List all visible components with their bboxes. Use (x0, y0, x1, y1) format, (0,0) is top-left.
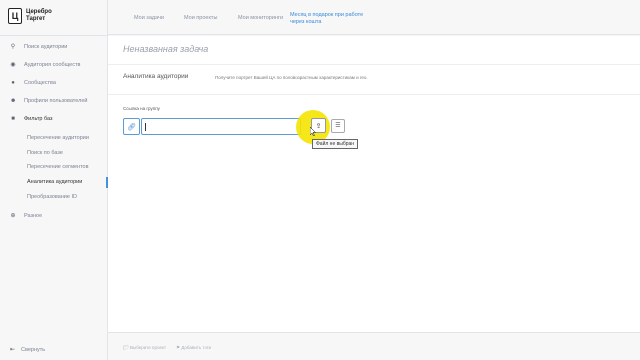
target-icon: ◉ (10, 62, 16, 68)
tab-my-projects[interactable]: Мои проекты (184, 15, 217, 21)
divider (108, 94, 640, 95)
sidebar-item-community-audience[interactable]: ◉ Аудитория сообществ (0, 56, 108, 74)
add-tag-button[interactable]: ⚑ Добавить тэги (176, 345, 211, 351)
tag-icon: ⚑ (176, 345, 181, 350)
sidebar-subitem-label: Преобразование ID (27, 193, 77, 200)
task-title[interactable]: Неназванная задача (123, 44, 208, 54)
logo-line1: Церебро (26, 9, 52, 15)
sidebar-item-base-filter[interactable]: ■ Фильтр баз (0, 110, 108, 128)
sidebar-item-misc[interactable]: ⊕ Разное (0, 207, 108, 225)
sidebar: Ц Церебро Таргет ⚲ Поиск аудитории ◉ Ауд… (0, 0, 108, 360)
sidebar-item-label: Поиск аудитории (24, 44, 68, 50)
link-button[interactable]: 🔗︎ (123, 118, 140, 135)
sidebar-item-audience-search[interactable]: ⚲ Поиск аудитории (0, 38, 108, 56)
main-content: Неназванная задача Аналитика аудитории П… (108, 36, 640, 332)
sidebar-subitem-audience-analytics[interactable]: Аналитика аудитории (0, 175, 108, 190)
add-tag-label: Добавить тэги (181, 345, 211, 350)
sidebar-item-user-profiles[interactable]: ☻ Профили пользователей (0, 92, 108, 110)
logo-line2: Таргет (26, 16, 46, 22)
logo-divider (0, 35, 108, 36)
logo-mark: Ц (8, 8, 22, 24)
sidebar-item-label: Фильтр баз (24, 116, 53, 122)
sidebar-subitem-segment-intersection[interactable]: Пересечение сегментов (0, 160, 108, 175)
upload-icon: ⇪ (315, 122, 322, 130)
sidebar-subitem-base-search[interactable]: Поиск по базе (0, 146, 108, 161)
sidebar-subitem-label: Поиск по базе (27, 149, 63, 156)
chat-icon: ● (11, 80, 15, 86)
select-project-button[interactable]: 📁︎ Выберите проект (123, 345, 166, 351)
search-icon: ⚲ (10, 44, 16, 50)
folder-icon: 📁︎ (123, 345, 129, 350)
sidebar-item-label: Разное (24, 212, 43, 219)
group-link-input[interactable] (141, 118, 301, 135)
group-link-row: 🔗︎ (123, 118, 301, 135)
link-icon: 🔗︎ (127, 123, 136, 131)
sidebar-item-communities[interactable]: ● Сообщества (0, 74, 108, 92)
section-description: Получите портрет Вашей ЦА по половозраст… (215, 75, 368, 80)
sidebar-item-label: Профили пользователей (24, 98, 88, 104)
sidebar-subitem-label: Аналитика аудитории (27, 179, 83, 186)
users-icon: ☻ (10, 98, 17, 104)
collapse-label: Свернуть (21, 346, 46, 353)
mouse-cursor-icon (310, 127, 316, 136)
sidebar-subitem-label: Пересечение сегментов (27, 164, 89, 171)
sidebar-subitem-label: Пересечение аудитории (27, 135, 89, 142)
tab-my-tasks[interactable]: Мои задачи (134, 15, 164, 21)
sidebar-item-label: Аудитория сообществ (24, 62, 81, 68)
sidebar-item-label: Сообщества (24, 80, 56, 86)
file-tooltip: Файл не выбран (312, 139, 359, 149)
select-project-label: Выберите проект (129, 345, 167, 350)
list-button[interactable]: ☰ (331, 118, 345, 133)
sidebar-nav: ⚲ Поиск аудитории ◉ Аудитория сообществ … (0, 38, 108, 225)
section-title: Аналитика аудитории (123, 73, 189, 80)
sidebar-subitem-id-conversion[interactable]: Преобразование ID (0, 189, 108, 204)
divider (108, 64, 640, 65)
collapse-sidebar-button[interactable]: ⇤ Свернуть (10, 346, 46, 354)
sidebar-subitem-audience-intersection[interactable]: Пересечение аудитории (0, 131, 108, 146)
plus-circle-icon: ⊕ (10, 212, 16, 219)
tab-my-monitorings[interactable]: Мои мониторинги (238, 15, 283, 21)
filter-icon: ■ (11, 116, 15, 122)
promo-link[interactable]: Месяц в подарок при работе через кошта (290, 12, 376, 25)
list-icon: ☰ (335, 123, 341, 129)
bottom-bar: 📁︎ Выберите проект ⚑ Добавить тэги (108, 332, 640, 360)
logo-text: Церебро Таргет (26, 9, 52, 23)
arrow-left-icon: ⇤ (10, 347, 16, 353)
group-link-label: Ссылка на группу (123, 106, 160, 111)
logo[interactable]: Ц Церебро Таргет (8, 8, 52, 24)
top-nav: Мои задачи Мои проекты Мои мониторинги М… (108, 0, 640, 35)
